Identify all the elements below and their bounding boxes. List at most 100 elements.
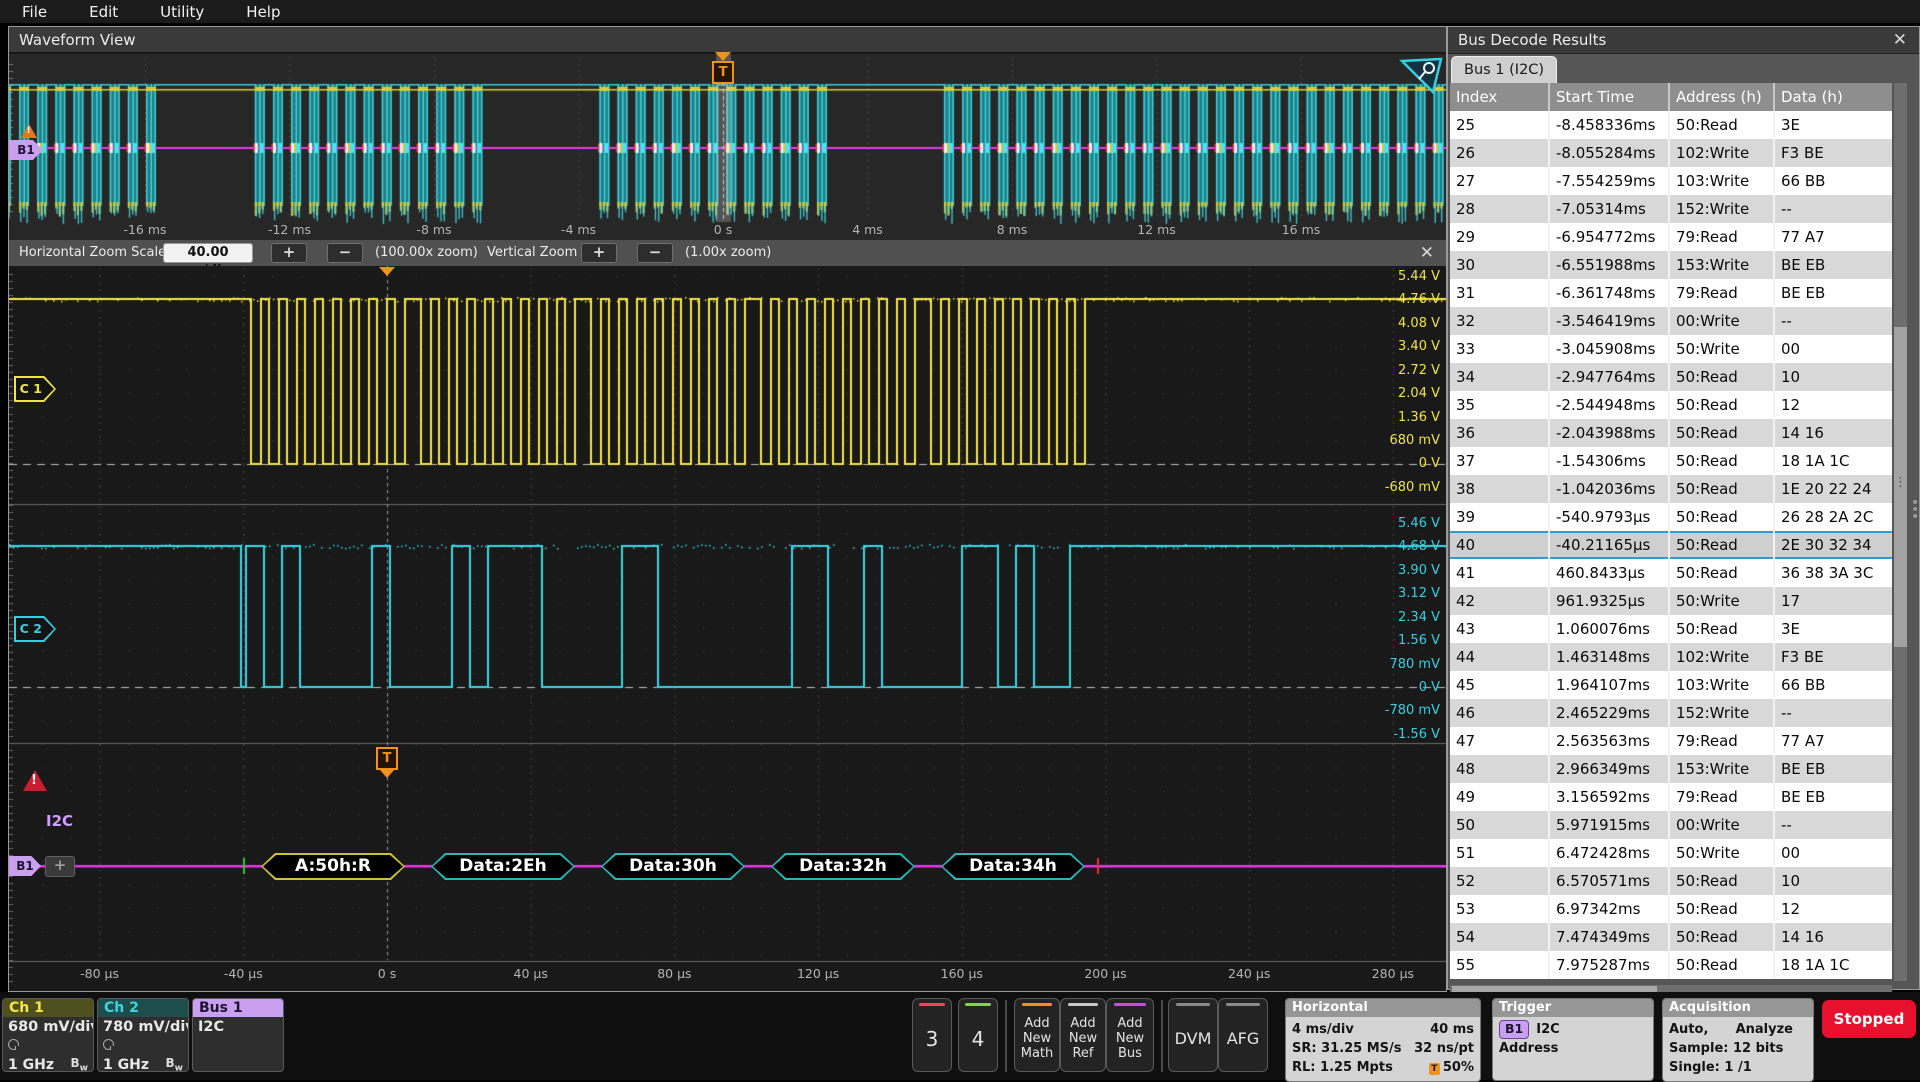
- menu-edit[interactable]: Edit: [89, 3, 118, 21]
- cell-index: 36: [1450, 419, 1550, 447]
- table-row[interactable]: 547.474349ms50:Read14 16: [1450, 923, 1892, 951]
- cell-start-time: -8.055284ms: [1550, 139, 1670, 167]
- column-header-start-time[interactable]: Start Time: [1550, 83, 1670, 111]
- horizontal-zoom-plus-button[interactable]: +: [271, 243, 307, 263]
- button-add-new-ref[interactable]: Add New Ref: [1060, 998, 1106, 1072]
- packet-label: A:50h:R: [261, 853, 405, 880]
- cell-index: 42: [1450, 587, 1550, 615]
- trigger-settings-panel[interactable]: Trigger B1 I2C Address: [1492, 998, 1654, 1081]
- tab-bus1-i2c[interactable]: Bus 1 (I2C): [1451, 56, 1557, 83]
- panel-close-icon[interactable]: ✕: [1893, 27, 1907, 54]
- cell-start-time: -6.361748ms: [1550, 279, 1670, 307]
- ch2-voltage-label: 1.56 V: [1398, 633, 1440, 648]
- overview-time-label: -4 ms: [561, 222, 596, 237]
- overview-time-label: 16 ms: [1282, 222, 1321, 237]
- stopped-button[interactable]: Stopped: [1822, 1000, 1916, 1038]
- cell-index: 29: [1450, 223, 1550, 251]
- table-row[interactable]: 25-8.458336ms50:Read3E: [1450, 111, 1892, 139]
- table-row[interactable]: 42961.9325µs50:Write17: [1450, 587, 1892, 615]
- zoom-overview-magnifier-icon[interactable]: [1399, 56, 1445, 96]
- table-row[interactable]: 493.156592ms79:ReadBE EB: [1450, 783, 1892, 811]
- table-row[interactable]: 30-6.551988ms153:WriteBE EB: [1450, 251, 1892, 279]
- table-row[interactable]: 526.570571ms50:Read10: [1450, 867, 1892, 895]
- cell-start-time: -7.05314ms: [1550, 195, 1670, 223]
- table-row[interactable]: 36-2.043988ms50:Read14 16: [1450, 419, 1892, 447]
- acquisition-settings-panel[interactable]: Acquisition Auto, Analyze Sample: 12 bit…: [1662, 998, 1814, 1082]
- table-row[interactable]: 32-3.546419ms00:Write--: [1450, 307, 1892, 335]
- overview-trigger-flag[interactable]: T: [712, 52, 734, 84]
- vertical-scrollbar[interactable]: ⋮: [1894, 83, 1907, 981]
- button-add-new-math[interactable]: Add New Math: [1014, 998, 1060, 1072]
- table-row[interactable]: 40-40.21165µs50:Read2E 30 32 34: [1450, 531, 1892, 559]
- cell-start-time: -2.947764ms: [1550, 363, 1670, 391]
- badge-ch2[interactable]: Ch 2780 mV/div1 GHzBw: [97, 998, 189, 1072]
- cell-address: 102:Write: [1670, 643, 1775, 671]
- table-row[interactable]: 41460.8433µs50:Read36 38 3A 3C: [1450, 559, 1892, 587]
- vertical-scrollbar-thumb[interactable]: ⋮: [1894, 327, 1907, 647]
- cell-data: --: [1775, 699, 1892, 727]
- table-row[interactable]: 28-7.05314ms152:Write--: [1450, 195, 1892, 223]
- table-row[interactable]: 482.966349ms153:WriteBE EB: [1450, 755, 1892, 783]
- cell-start-time: 1.964107ms: [1550, 671, 1670, 699]
- ch2-voltage-label: 3.90 V: [1398, 563, 1440, 578]
- badge-bottom-row: 1 GHzBw: [103, 1056, 183, 1072]
- cell-index: 41: [1450, 559, 1550, 587]
- ch2-voltage-label: -780 mV: [1385, 703, 1440, 718]
- button-dvm[interactable]: DVM: [1168, 998, 1218, 1072]
- table-row[interactable]: 451.964107ms103:Write66 BB: [1450, 671, 1892, 699]
- table-row[interactable]: 536.97342ms50:Read12: [1450, 895, 1892, 923]
- button-add-new-bus[interactable]: Add New Bus: [1106, 998, 1154, 1072]
- table-row[interactable]: 31-6.361748ms79:ReadBE EB: [1450, 279, 1892, 307]
- vertical-zoom-plus-button[interactable]: +: [581, 243, 617, 263]
- waveform-overview[interactable]: B1 T -16 ms-12 ms-8 ms-4 ms0 s4 ms8 ms12…: [9, 54, 1446, 240]
- table-row[interactable]: 34-2.947764ms50:Read10: [1450, 363, 1892, 391]
- cell-address: 79:Read: [1670, 279, 1775, 307]
- column-header-data[interactable]: Data (h): [1775, 83, 1892, 111]
- panel-resize-handle[interactable]: •••: [1911, 500, 1919, 521]
- table-row[interactable]: 441.463148ms102:WriteF3 BE: [1450, 643, 1892, 671]
- vertical-zoom-minus-button[interactable]: −: [637, 243, 673, 263]
- packet-label: Data:30h: [601, 853, 745, 880]
- expansion-point-marker-icon[interactable]: [379, 267, 395, 276]
- table-row[interactable]: 33-3.045908ms50:Write00: [1450, 335, 1892, 363]
- bus-add-button[interactable]: +: [45, 856, 75, 877]
- table-row[interactable]: 39-540.9793µs50:Read26 28 2A 2C: [1450, 503, 1892, 531]
- table-row[interactable]: 35-2.544948ms50:Read12: [1450, 391, 1892, 419]
- cell-data: 18 1A 1C: [1775, 447, 1892, 475]
- badge-bus1[interactable]: Bus 1I2C: [192, 998, 284, 1072]
- table-row[interactable]: 26-8.055284ms102:WriteF3 BE: [1450, 139, 1892, 167]
- button-3[interactable]: 3: [912, 998, 952, 1072]
- zoom-close-icon[interactable]: ✕: [1420, 243, 1434, 263]
- menu-help[interactable]: Help: [246, 3, 280, 21]
- table-row[interactable]: 557.975287ms50:Read18 1A 1C: [1450, 951, 1892, 979]
- table-row[interactable]: 37-1.54306ms50:Read18 1A 1C: [1450, 447, 1892, 475]
- main-time-label: 280 µs: [1372, 966, 1414, 981]
- button-4[interactable]: 4: [958, 998, 998, 1072]
- packet-label: Data:34h: [941, 853, 1085, 880]
- menu-utility[interactable]: Utility: [160, 3, 204, 21]
- table-row[interactable]: 431.060076ms50:Read3E: [1450, 615, 1892, 643]
- table-row[interactable]: 27-7.554259ms103:Write66 BB: [1450, 167, 1892, 195]
- table-row[interactable]: 472.563563ms79:Read77 A7: [1450, 727, 1892, 755]
- main-waveform-canvas[interactable]: [9, 266, 1446, 990]
- bus-decode-results-panel: Bus Decode Results ✕ Bus 1 (I2C) Index S…: [1447, 26, 1920, 990]
- horizontal-zoom-minus-button[interactable]: −: [327, 243, 363, 263]
- table-row[interactable]: 38-1.042036ms50:Read1E 20 22 24: [1450, 475, 1892, 503]
- horizontal-zoom-scale-input[interactable]: 40.00 us/div: [163, 243, 253, 263]
- zoomed-waveform-view[interactable]: C 1 C 2 5.44 V4.76 V4.08 V3.40 V2.72 V2.…: [9, 266, 1446, 990]
- table-row[interactable]: 516.472428ms50:Write00: [1450, 839, 1892, 867]
- horizontal-settings-panel[interactable]: Horizontal 4 ms/div 40 ms SR: 31.25 MS/s…: [1285, 998, 1481, 1082]
- table-row[interactable]: 29-6.954772ms79:Read77 A7: [1450, 223, 1892, 251]
- cell-data: 12: [1775, 895, 1892, 923]
- table-row[interactable]: 505.971915ms00:Write--: [1450, 811, 1892, 839]
- table-row[interactable]: 462.465229ms152:Write--: [1450, 699, 1892, 727]
- column-header-index[interactable]: Index: [1450, 83, 1550, 111]
- badge-ch1[interactable]: Ch 1680 mV/div1 GHzBw: [2, 998, 94, 1072]
- column-header-address[interactable]: Address (h): [1670, 83, 1775, 111]
- menu-file[interactable]: File: [22, 3, 47, 21]
- badge-scale: I2C: [198, 1019, 278, 1035]
- overview-time-label: -12 ms: [268, 222, 311, 237]
- trigger-position-icon: T: [1429, 1063, 1440, 1075]
- main-trigger-flag[interactable]: T: [376, 747, 398, 778]
- button-afg[interactable]: AFG: [1218, 998, 1268, 1072]
